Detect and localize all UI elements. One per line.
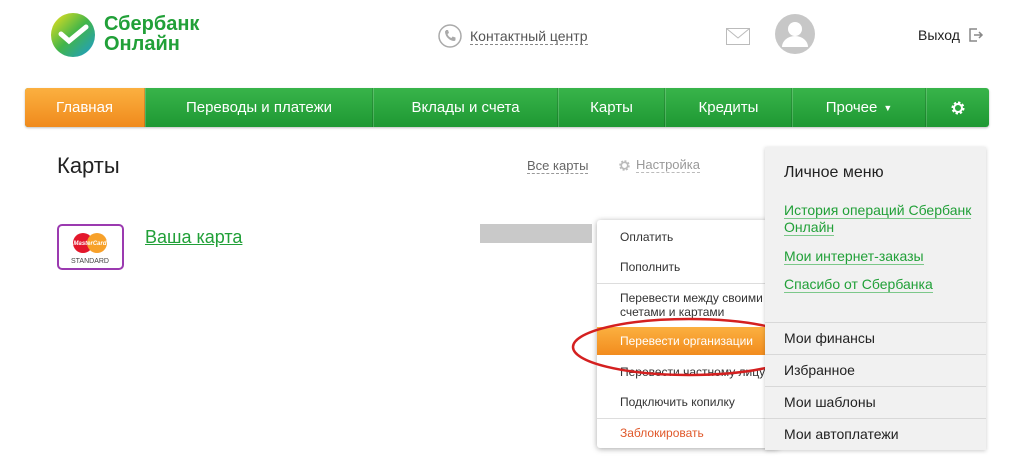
internet-orders-link[interactable]: Мои интернет-заказы — [784, 248, 974, 265]
contact-center-link[interactable]: Контактный центр — [438, 24, 588, 48]
all-cards-link[interactable]: Все карты — [527, 158, 589, 174]
nav-main-label: Главная — [55, 99, 114, 116]
nav-transfers-payments-label: Переводы и платежи — [185, 99, 333, 116]
menu-divider — [597, 283, 779, 284]
settings-link[interactable]: Настройка — [618, 157, 700, 173]
nav-deposits-accounts-label: Вклады и счета — [411, 99, 520, 116]
nav-deposits-accounts[interactable]: Вклады и счета — [373, 88, 558, 127]
page-title: Карты — [57, 153, 120, 178]
nav-main[interactable]: Главная — [25, 88, 145, 127]
spasibo-label: Спасибо от Сбербанка — [784, 276, 933, 293]
operations-history-label: История операций Сбербанк Онлайн — [784, 202, 972, 236]
nav-cards[interactable]: Карты — [558, 88, 665, 127]
menu-item-block[interactable]: Заблокировать — [597, 426, 779, 440]
personal-menu: Личное меню История операций Сбербанк Он… — [765, 147, 986, 450]
logout-icon — [969, 28, 983, 42]
menu-item-top-up[interactable]: Пополнить — [597, 260, 779, 274]
section-favorites[interactable]: Избранное — [765, 354, 986, 385]
menu-item-connect-piggy-bank[interactable]: Подключить копилку — [597, 395, 779, 409]
nav-credits-label: Кредиты — [698, 99, 759, 116]
gear-icon — [951, 101, 965, 114]
menu-divider — [597, 418, 779, 419]
mastercard-logo-text: MasterCard — [73, 241, 106, 247]
nav-settings[interactable] — [926, 88, 989, 127]
sberbank-logo-icon — [51, 13, 95, 57]
section-my-finances[interactable]: Мои финансы — [765, 322, 986, 353]
mastercard-icon: MasterCard STANDARD — [71, 233, 109, 265]
nav-other[interactable]: Прочее ▼ — [792, 88, 926, 127]
section-my-templates[interactable]: Мои шаблоны — [765, 386, 986, 417]
chevron-down-icon: ▼ — [883, 102, 893, 113]
phone-icon — [438, 24, 462, 48]
brand-name-line2: Онлайн — [104, 33, 180, 55]
mail-icon[interactable] — [726, 28, 750, 45]
spasibo-link[interactable]: Спасибо от Сбербанка — [784, 276, 974, 293]
internet-orders-label: Мои интернет-заказы — [784, 248, 924, 265]
card-brand-logo: MasterCard STANDARD — [57, 224, 124, 270]
menu-item-transfer-own[interactable]: Перевести между своими счетами и картами — [597, 291, 767, 319]
main-navigation: Главная Переводы и платежи Вклады и счет… — [25, 88, 989, 127]
settings-label: Настройка — [636, 157, 700, 173]
card-number-masked — [480, 224, 592, 243]
section-my-autopayments[interactable]: Мои автоплатежи — [765, 418, 986, 449]
menu-item-pay[interactable]: Оплатить — [597, 230, 779, 244]
user-avatar-icon[interactable] — [775, 14, 815, 54]
logout-label: Выход — [918, 27, 960, 43]
gear-icon — [619, 159, 630, 171]
card-type-label: STANDARD — [71, 258, 109, 265]
logout-link[interactable]: Выход — [918, 27, 984, 43]
card-name-link[interactable]: Ваша карта — [145, 227, 242, 248]
operations-history-link[interactable]: История операций Сбербанк Онлайн — [784, 202, 974, 236]
personal-menu-title: Личное меню — [784, 164, 884, 181]
contact-center-label: Контактный центр — [470, 27, 588, 45]
nav-credits[interactable]: Кредиты — [665, 88, 792, 127]
nav-other-label: Прочее — [825, 99, 878, 116]
brand-name-line1: Сбербанк — [104, 13, 200, 35]
nav-transfers-payments[interactable]: Переводы и платежи — [145, 88, 373, 127]
nav-cards-label: Карты — [590, 99, 633, 116]
brand-logo[interactable]: Сбербанк Онлайн — [50, 10, 220, 60]
